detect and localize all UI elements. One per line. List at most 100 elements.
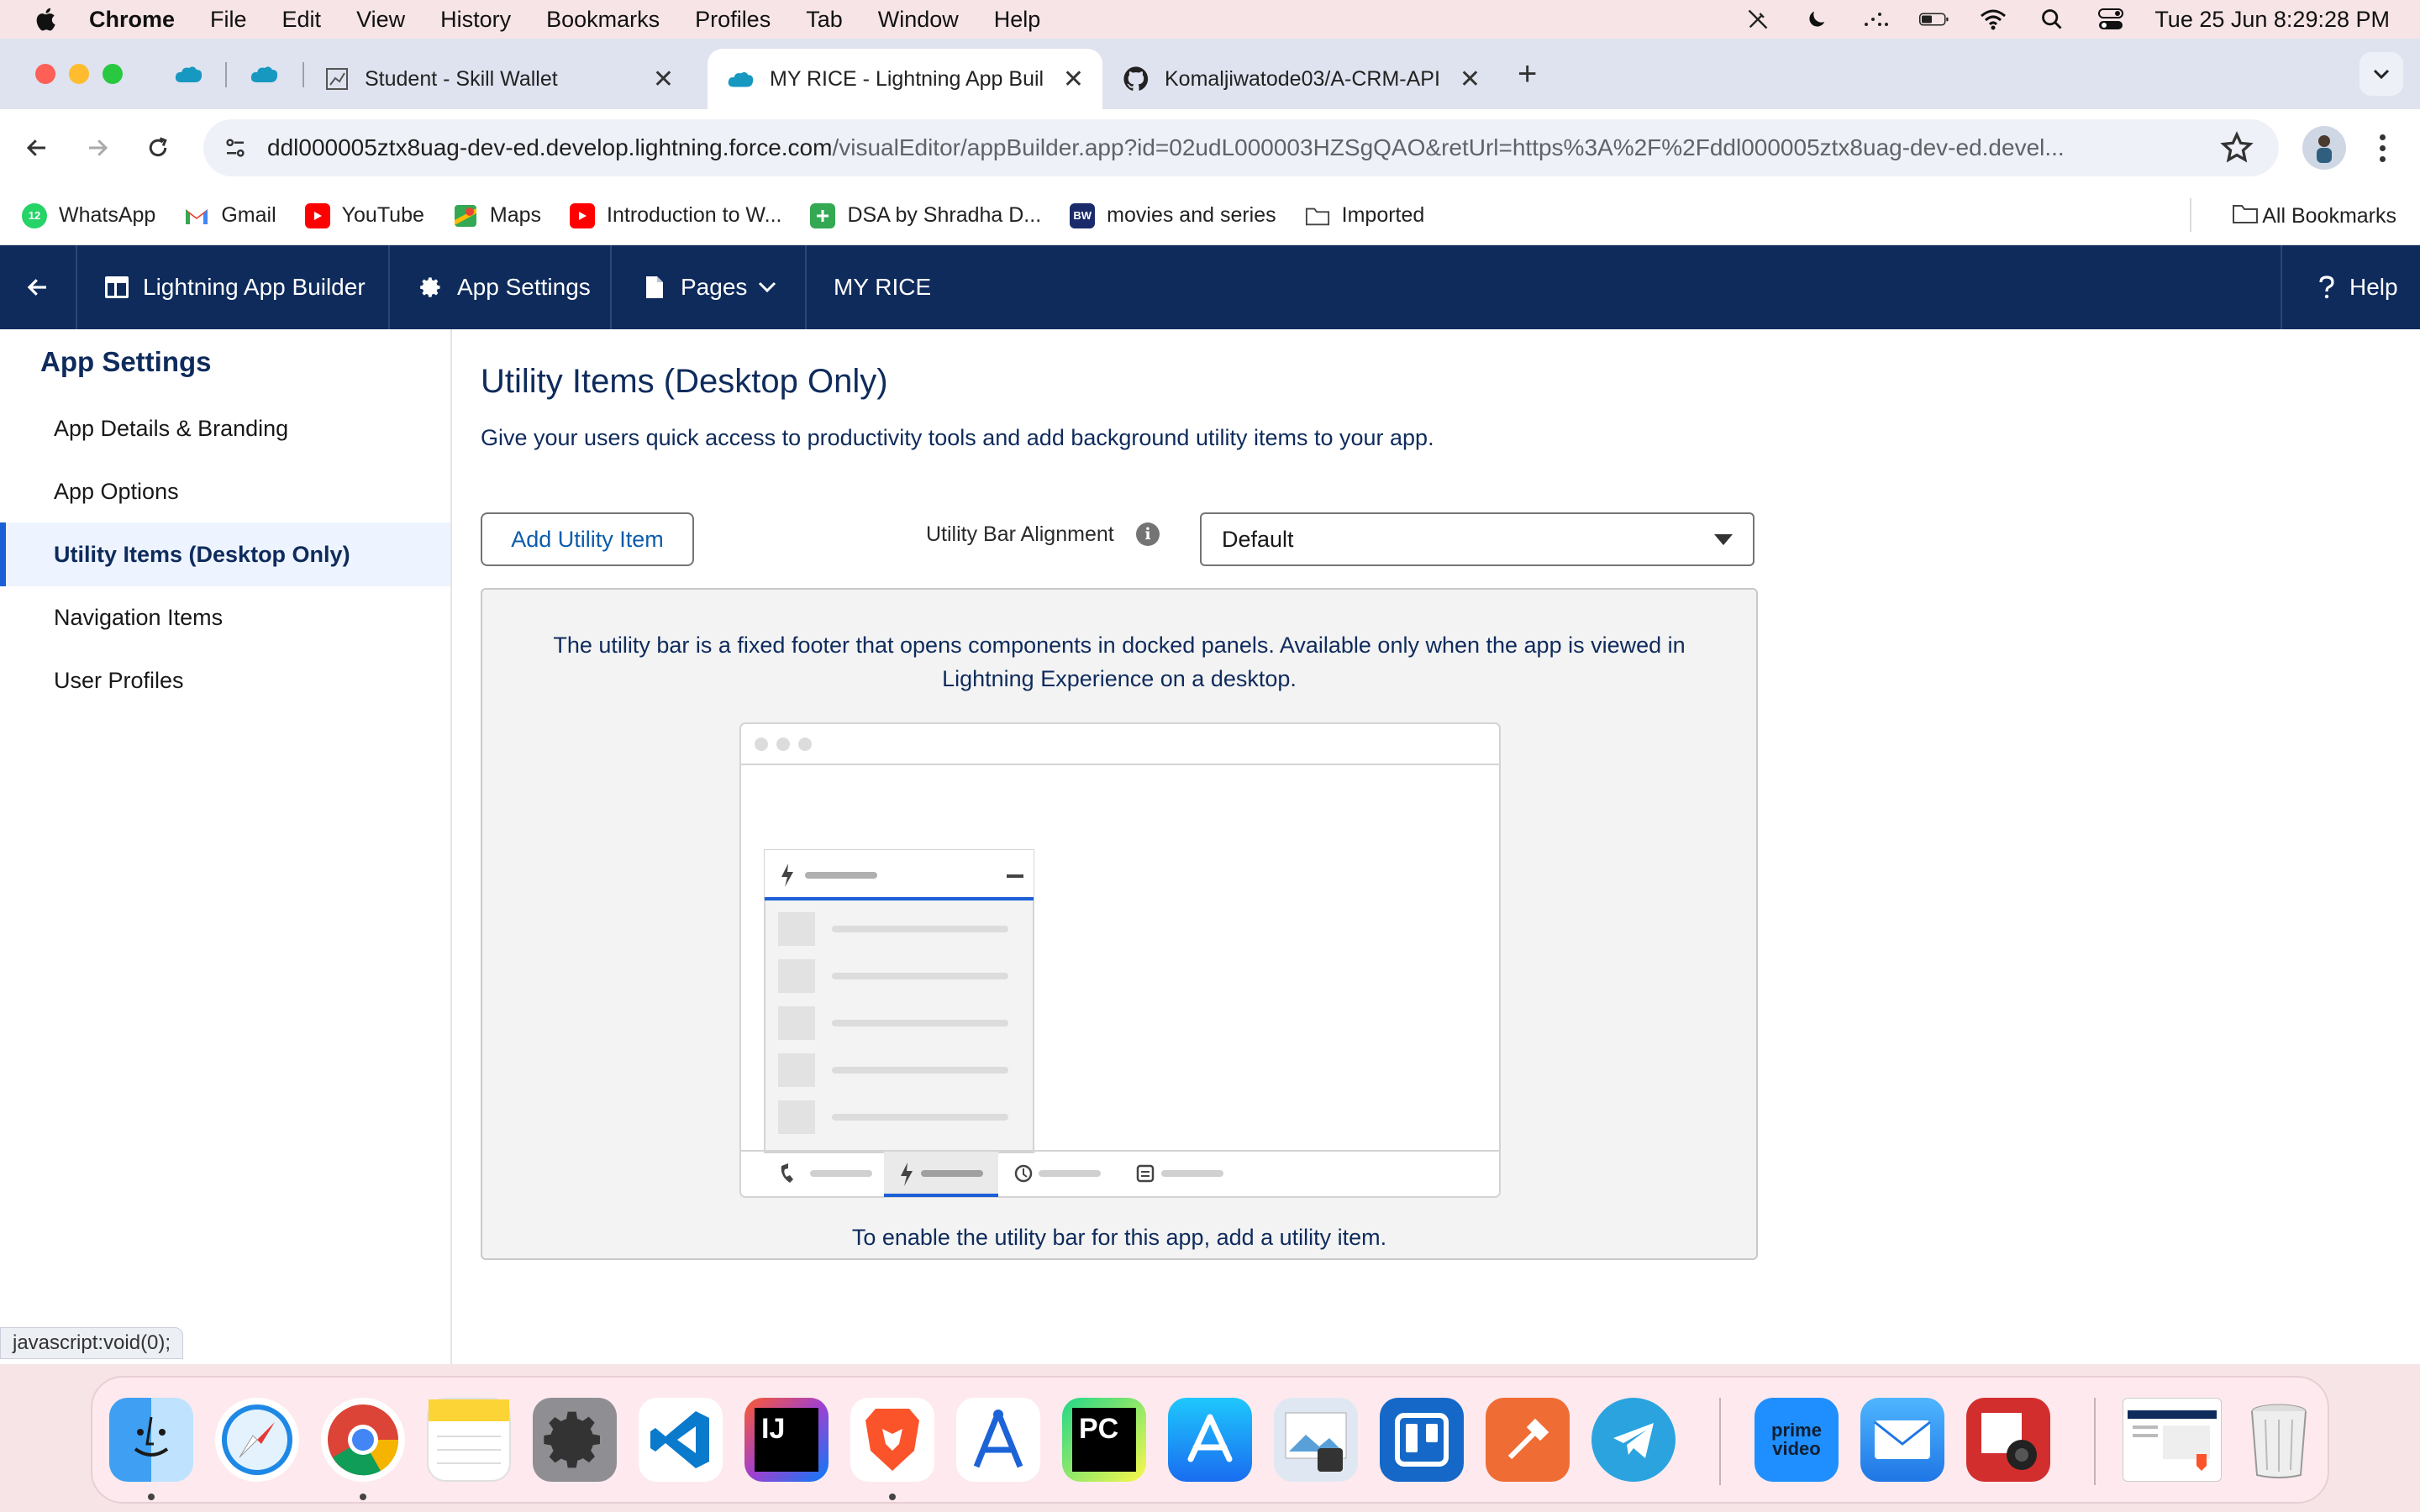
bookmark-label: movies and series xyxy=(1107,203,1276,227)
header-back-button[interactable] xyxy=(0,245,77,329)
menu-view[interactable]: View xyxy=(356,7,405,33)
bookmark-gmail[interactable]: Gmail xyxy=(184,203,276,228)
dock-brave[interactable] xyxy=(850,1398,934,1482)
tab-search-button[interactable] xyxy=(2360,52,2403,96)
whatsapp-icon: 12 xyxy=(22,202,47,228)
bookmark-maps[interactable]: Maps xyxy=(453,203,541,228)
chrome-icon xyxy=(328,1404,399,1476)
dock-prime-video[interactable]: prime video xyxy=(1754,1398,1839,1482)
menu-edit[interactable]: Edit xyxy=(282,7,322,33)
salesforce-cloud-icon xyxy=(250,66,278,82)
bookmark-star-icon[interactable] xyxy=(2220,131,2254,165)
pinned-tab-salesforce-1[interactable] xyxy=(165,54,212,94)
sidebar-item-app-details[interactable]: App Details & Branding xyxy=(0,396,450,460)
menu-profiles[interactable]: Profiles xyxy=(695,7,771,33)
control-center-icon[interactable] xyxy=(2096,7,2126,32)
url-path: /visualEditor/appBuilder.app?id=02udL000… xyxy=(832,134,2065,160)
dock-app-store[interactable] xyxy=(1168,1398,1252,1482)
info-icon[interactable]: i xyxy=(1136,522,1160,546)
dock-mail[interactable] xyxy=(1860,1398,1944,1482)
dock-trash[interactable] xyxy=(2237,1398,2321,1482)
bookmark-dsa[interactable]: DSA by Shradha D... xyxy=(810,202,1041,228)
settings-sidebar: App Settings App Details & Branding App … xyxy=(0,329,452,1364)
window-minimize-button[interactable] xyxy=(69,64,89,84)
tab-github[interactable]: Komaljiwatode03/A-CRM-API ✕ xyxy=(1104,49,1499,109)
bookmark-introduction[interactable]: Introduction to W... xyxy=(570,202,781,228)
dock-trello[interactable] xyxy=(1380,1398,1464,1482)
bookmark-whatsapp[interactable]: 12 WhatsApp xyxy=(22,202,155,228)
dock-notes[interactable] xyxy=(427,1398,511,1482)
sidebar-item-user-profiles[interactable]: User Profiles xyxy=(0,648,450,712)
tab-close-button[interactable]: ✕ xyxy=(1063,65,1084,94)
sheets-icon xyxy=(810,202,836,228)
apple-icon[interactable] xyxy=(34,6,60,33)
menubar-clock[interactable]: Tue 25 Jun 8:29:28 PM xyxy=(2154,7,2390,33)
tab-student-skill-wallet[interactable]: Student - Skill Wallet ✕ xyxy=(306,49,692,109)
help-button[interactable]: Help xyxy=(2282,245,2420,329)
all-bookmarks[interactable]: All Bookmarks xyxy=(2232,186,2396,245)
dock-instruments[interactable] xyxy=(956,1398,1040,1482)
github-icon xyxy=(1123,66,1149,91)
back-button[interactable] xyxy=(17,128,57,168)
moon-icon[interactable] xyxy=(1802,7,1832,32)
notes-icon xyxy=(429,1399,509,1464)
dock-preview[interactable] xyxy=(1274,1398,1358,1482)
dock-finder[interactable] xyxy=(109,1398,193,1482)
menu-help[interactable]: Help xyxy=(994,7,1041,33)
dock-system-settings[interactable] xyxy=(533,1398,617,1482)
menu-history[interactable]: History xyxy=(440,7,511,33)
sidebar-item-navigation-items[interactable]: Navigation Items xyxy=(0,585,450,649)
folder-icon xyxy=(1305,203,1330,228)
url-text[interactable]: ddl000005ztx8uag-dev-ed.develop.lightnin… xyxy=(267,134,2233,161)
dock-photo-booth[interactable] xyxy=(1966,1398,2050,1482)
menu-tab[interactable]: Tab xyxy=(806,7,843,33)
dock-vscode[interactable] xyxy=(639,1398,723,1482)
site-info-icon[interactable] xyxy=(218,131,252,165)
app-settings-tab[interactable]: App Settings xyxy=(390,245,612,329)
address-bar[interactable]: ddl000005ztx8uag-dev-ed.develop.lightnin… xyxy=(203,119,2279,176)
bookmarks-bar: 12 WhatsApp Gmail YouTube Maps Introduct… xyxy=(0,186,2420,245)
menu-bookmarks[interactable]: Bookmarks xyxy=(546,7,660,33)
link-status-bar: javascript:void(0); xyxy=(0,1327,184,1359)
profile-avatar[interactable] xyxy=(2302,126,2346,170)
tab-strip: Student - Skill Wallet ✕ MY RICE - Light… xyxy=(0,39,2420,109)
utility-bar-alignment-select[interactable]: Default xyxy=(1200,512,1754,566)
pinned-tab-salesforce-2[interactable] xyxy=(240,54,287,94)
battery-icon[interactable] xyxy=(1919,7,1949,32)
add-utility-item-button[interactable]: Add Utility Item xyxy=(481,512,694,566)
reload-button[interactable] xyxy=(138,128,178,168)
bookmark-youtube[interactable]: YouTube xyxy=(304,202,424,228)
dock-telegram[interactable] xyxy=(1591,1398,1676,1482)
tab-close-button[interactable]: ✕ xyxy=(1460,65,1481,94)
dock-postman[interactable] xyxy=(1486,1398,1570,1482)
reload-icon xyxy=(149,137,167,157)
sidebar-item-app-options[interactable]: App Options xyxy=(0,459,450,523)
dock-chrome[interactable] xyxy=(321,1398,405,1482)
window-zoom-button[interactable] xyxy=(103,64,123,84)
dock-intellij[interactable]: IJ xyxy=(744,1398,829,1482)
menu-window[interactable]: Window xyxy=(878,7,959,33)
safari-icon xyxy=(222,1404,292,1475)
wifi-icon[interactable] xyxy=(1978,7,2008,32)
window-close-button[interactable] xyxy=(35,64,55,84)
pages-dropdown[interactable]: Pages xyxy=(612,245,807,329)
bookmark-movies[interactable]: BW movies and series xyxy=(1070,202,1276,228)
menu-file[interactable]: File xyxy=(210,7,247,33)
lightning-app-builder-link[interactable]: Lightning App Builder xyxy=(77,245,390,329)
menu-app-name[interactable]: Chrome xyxy=(89,7,175,33)
pen-slash-icon[interactable] xyxy=(1743,7,1773,32)
browser-menu-button[interactable] xyxy=(2370,126,2395,170)
sidebar-item-utility-items[interactable]: Utility Items (Desktop Only) xyxy=(0,522,450,586)
new-tab-button[interactable]: + xyxy=(1518,55,1537,93)
arrow-left-icon xyxy=(27,279,46,296)
tab-my-rice[interactable]: MY RICE - Lightning App Buil ✕ xyxy=(708,49,1102,109)
bookmark-imported[interactable]: Imported xyxy=(1305,203,1424,228)
tab-close-button[interactable]: ✕ xyxy=(653,65,674,94)
forward-button[interactable] xyxy=(77,128,118,168)
dock-safari[interactable] xyxy=(215,1398,299,1482)
dots-icon[interactable] xyxy=(1860,7,1891,32)
trash-icon xyxy=(2251,1404,2307,1478)
spotlight-icon[interactable] xyxy=(2037,7,2067,32)
dock-pycharm[interactable]: PC xyxy=(1062,1398,1146,1482)
dock-recent-window[interactable] xyxy=(2123,1398,2222,1482)
